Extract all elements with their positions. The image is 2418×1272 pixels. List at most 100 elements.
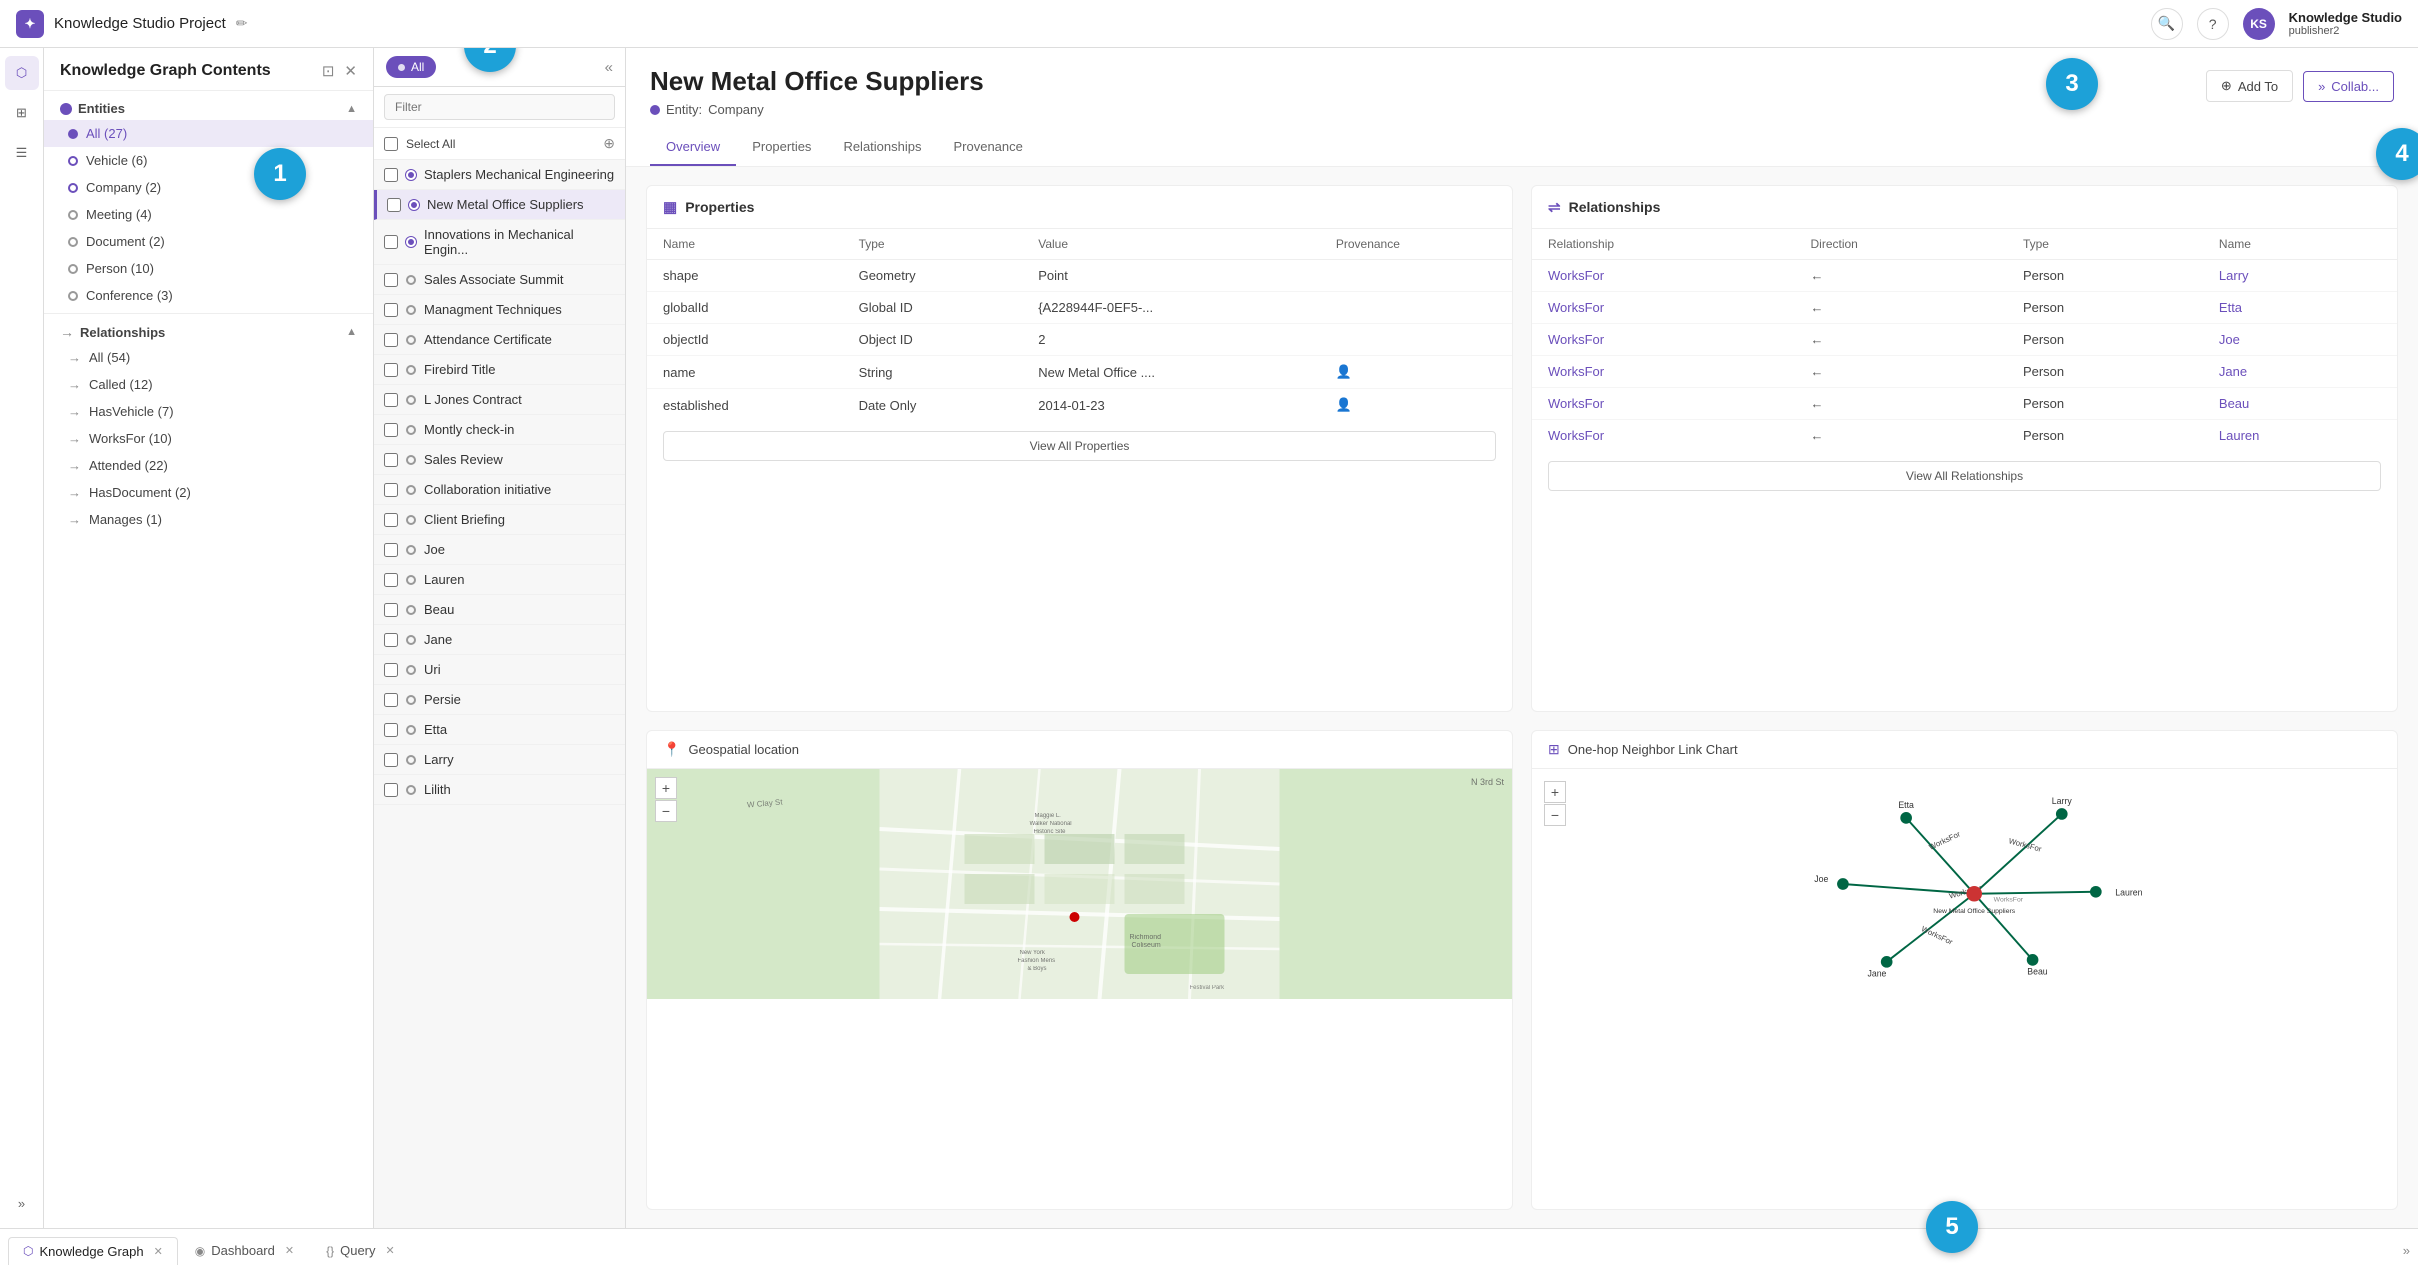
- list-item-check-uri[interactable]: [384, 663, 398, 677]
- all-badge[interactable]: All: [386, 56, 436, 78]
- list-item-ljones[interactable]: L Jones Contract: [374, 385, 625, 415]
- bottom-tab-dashboard[interactable]: ◉ Dashboard ✕: [180, 1236, 309, 1265]
- list-item-sales-summit[interactable]: Sales Associate Summit: [374, 265, 625, 295]
- bottom-tab-knowledge-graph[interactable]: ⬡ Knowledge Graph ✕: [8, 1237, 178, 1265]
- entity-item-company[interactable]: Company (2): [44, 174, 373, 201]
- rel-item-manages[interactable]: → Manages (1): [44, 506, 373, 533]
- entity-item-conference[interactable]: Conference (3): [44, 282, 373, 309]
- entity-item-vehicle[interactable]: Vehicle (6): [44, 147, 373, 174]
- nav-icon-table[interactable]: ☰: [5, 136, 39, 170]
- list-item-check-newmetal[interactable]: [387, 198, 401, 212]
- expand-bottom-icon[interactable]: »: [2403, 1243, 2410, 1258]
- list-item-newmetal[interactable]: New Metal Office Suppliers: [374, 190, 625, 220]
- geospatial-card: 📍 Geospatial location: [646, 730, 1513, 1210]
- rel-item-hasdocument[interactable]: → HasDocument (2): [44, 479, 373, 506]
- list-item-check-firebird[interactable]: [384, 363, 398, 377]
- query-tab-close[interactable]: ✕: [386, 1244, 395, 1257]
- tab-properties[interactable]: Properties: [736, 129, 827, 166]
- list-item-check-innovations[interactable]: [384, 235, 398, 249]
- list-item-check-attendance[interactable]: [384, 333, 398, 347]
- panel-close-icon[interactable]: ✕: [344, 62, 357, 80]
- map-zoom-out[interactable]: −: [655, 800, 677, 822]
- list-item-lauren[interactable]: Lauren: [374, 565, 625, 595]
- panel-expand-icon[interactable]: ⊡: [322, 62, 335, 80]
- rel-item-attended[interactable]: → Attended (22): [44, 452, 373, 479]
- list-item-check-sales-summit[interactable]: [384, 273, 398, 287]
- list-item-collab[interactable]: Collaboration initiative: [374, 475, 625, 505]
- list-item-sales-review[interactable]: Sales Review: [374, 445, 625, 475]
- collab-button[interactable]: » Collab...: [2303, 71, 2394, 102]
- entity-item-all[interactable]: All (27): [44, 120, 373, 147]
- help-button[interactable]: ?: [2197, 8, 2229, 40]
- list-item-beau[interactable]: Beau: [374, 595, 625, 625]
- list-item-etta[interactable]: Etta: [374, 715, 625, 745]
- map-zoom-in[interactable]: +: [655, 777, 677, 799]
- list-item-larry[interactable]: Larry: [374, 745, 625, 775]
- nav-icon-graph[interactable]: ⬡: [5, 56, 39, 90]
- list-item-check-larry[interactable]: [384, 753, 398, 767]
- list-item-check-beau[interactable]: [384, 603, 398, 617]
- list-item-joe[interactable]: Joe: [374, 535, 625, 565]
- entity-item-meeting[interactable]: Meeting (4): [44, 201, 373, 228]
- topbar: ✦ Knowledge Studio Project ✏ 🔍 ? KS Know…: [0, 0, 2418, 48]
- rel-item-all[interactable]: → All (54): [44, 344, 373, 371]
- app-title: Knowledge Studio Project: [54, 15, 226, 32]
- entities-chevron[interactable]: ▲: [346, 103, 357, 115]
- select-all-checkbox[interactable]: [384, 137, 398, 151]
- list-item-check-managment[interactable]: [384, 303, 398, 317]
- collab-label: Collab...: [2331, 79, 2379, 94]
- add-to-button[interactable]: ⊕ Add To: [2206, 70, 2293, 102]
- tab-overview[interactable]: Overview: [650, 129, 736, 166]
- dashboard-tab-close[interactable]: ✕: [285, 1244, 294, 1257]
- list-item-montly[interactable]: Montly check-in: [374, 415, 625, 445]
- nav-icon-collapse[interactable]: »: [5, 1186, 39, 1220]
- entity-item-person[interactable]: Person (10): [44, 255, 373, 282]
- list-item-check-montly[interactable]: [384, 423, 398, 437]
- rel-item-called[interactable]: → Called (12): [44, 371, 373, 398]
- tab-provenance[interactable]: Provenance: [937, 129, 1038, 166]
- filter-input[interactable]: [384, 94, 615, 120]
- list-item-staplers[interactable]: Staplers Mechanical Engineering: [374, 160, 625, 190]
- view-all-properties-button[interactable]: View All Properties: [663, 431, 1496, 461]
- list-item-check-ljones[interactable]: [384, 393, 398, 407]
- rel-item-hasvehicle[interactable]: → HasVehicle (7): [44, 398, 373, 425]
- collapse-middle-icon[interactable]: «: [605, 59, 613, 76]
- list-item-uri[interactable]: Uri: [374, 655, 625, 685]
- list-item-check-client-briefing[interactable]: [384, 513, 398, 527]
- bottom-tab-query[interactable]: {} Query ✕: [311, 1236, 410, 1265]
- list-item-check-joe[interactable]: [384, 543, 398, 557]
- graph-zoom-in[interactable]: +: [1544, 781, 1566, 803]
- list-item-check-staplers[interactable]: [384, 168, 398, 182]
- list-item-firebird[interactable]: Firebird Title: [374, 355, 625, 385]
- list-item-check-sales-review[interactable]: [384, 453, 398, 467]
- list-item-label-persie: Persie: [424, 692, 461, 707]
- list-item-label-newmetal: New Metal Office Suppliers: [427, 197, 584, 212]
- list-item-client-briefing[interactable]: Client Briefing: [374, 505, 625, 535]
- list-item-label-larry: Larry: [424, 752, 454, 767]
- list-item-lilith[interactable]: Lilith: [374, 775, 625, 805]
- add-to-list-icon[interactable]: ⊕: [603, 135, 615, 152]
- list-item-jane[interactable]: Jane: [374, 625, 625, 655]
- list-item-check-jane[interactable]: [384, 633, 398, 647]
- graph-zoom-out[interactable]: −: [1544, 804, 1566, 826]
- view-all-relationships-button[interactable]: View All Relationships: [1548, 461, 2381, 491]
- rel-row-larry: WorksFor ← Person Larry: [1532, 260, 2397, 292]
- list-item-managment[interactable]: Managment Techniques: [374, 295, 625, 325]
- search-button[interactable]: 🔍: [2151, 8, 2183, 40]
- tab-relationships[interactable]: Relationships: [827, 129, 937, 166]
- knowledge-graph-tab-close[interactable]: ✕: [154, 1245, 163, 1258]
- list-item-check-lilith[interactable]: [384, 783, 398, 797]
- list-item-check-etta[interactable]: [384, 723, 398, 737]
- rel-col-type: Type: [2007, 229, 2203, 260]
- list-item-check-collab[interactable]: [384, 483, 398, 497]
- list-item-check-persie[interactable]: [384, 693, 398, 707]
- list-item-persie[interactable]: Persie: [374, 685, 625, 715]
- rel-item-worksfor[interactable]: → WorksFor (10): [44, 425, 373, 452]
- nav-icon-layers[interactable]: ⊞: [5, 96, 39, 130]
- list-item-attendance[interactable]: Attendance Certificate: [374, 325, 625, 355]
- list-item-innovations[interactable]: Innovations in Mechanical Engin...: [374, 220, 625, 265]
- rel-chevron[interactable]: ▲: [346, 326, 357, 338]
- entity-item-document[interactable]: Document (2): [44, 228, 373, 255]
- edit-icon[interactable]: ✏: [236, 15, 248, 32]
- list-item-check-lauren[interactable]: [384, 573, 398, 587]
